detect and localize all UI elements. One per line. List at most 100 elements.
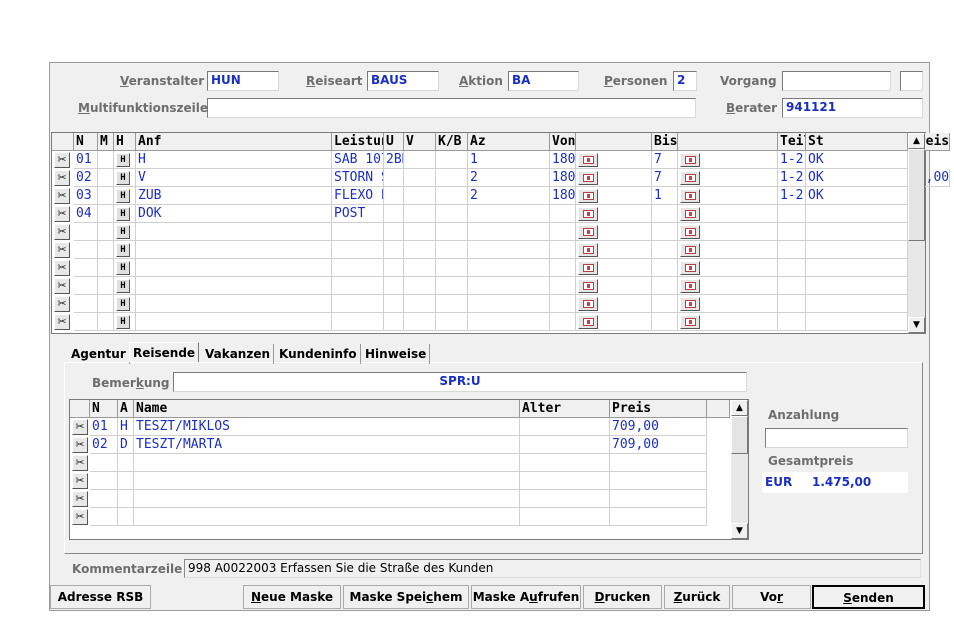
calendar-icon[interactable] <box>578 153 598 167</box>
services-cell-n <box>74 223 98 241</box>
scroll-up-icon[interactable]: ▲ <box>908 133 925 149</box>
scissors-icon[interactable]: ✂ <box>54 296 70 312</box>
services-cell-st <box>806 295 908 313</box>
maske-aufrufen-button[interactable]: Maske Aufrufen <box>471 585 581 609</box>
calendar-icon[interactable] <box>680 153 700 167</box>
adresse-rsb-button[interactable]: Adresse RSB <box>50 585 151 609</box>
calendar-icon[interactable] <box>578 225 598 239</box>
h-button[interactable]: H <box>116 279 130 293</box>
travellers-grid: N A Name Alter Preis ✂ 01 H TESZT/MIKLOS 709,00 ✂ 0… <box>69 399 749 540</box>
scroll-thumb[interactable] <box>908 149 925 241</box>
scroll-down-icon[interactable]: ▼ <box>908 317 925 333</box>
button-label-accel: u <box>529 590 538 604</box>
calendar-icon[interactable] <box>680 225 700 239</box>
services-cell-v <box>404 187 436 205</box>
h-button[interactable]: H <box>116 315 130 329</box>
services-cell-n: 01 <box>74 151 98 169</box>
reiseart-field[interactable]: BAUS <box>367 71 439 91</box>
h-button[interactable]: H <box>116 297 130 311</box>
tab-bar: Agentur Reisende Vakanzen Kundeninfo Hinweis… <box>64 342 464 364</box>
scissors-icon[interactable]: ✂ <box>54 206 70 222</box>
scroll-up-icon[interactable]: ▲ <box>731 400 748 416</box>
scissors-icon[interactable]: ✂ <box>54 278 70 294</box>
traveller-cell-alter <box>520 436 610 454</box>
h-button[interactable]: H <box>116 153 130 167</box>
berater-field[interactable]: 941121 <box>782 98 923 118</box>
calendar-icon[interactable] <box>680 189 700 203</box>
scissors-icon[interactable]: ✂ <box>54 260 70 276</box>
vor-button[interactable]: Vor <box>732 585 811 609</box>
tab-reisende[interactable]: Reisende <box>129 342 200 362</box>
calendar-icon[interactable] <box>578 261 598 275</box>
scissors-icon[interactable]: ✂ <box>54 152 70 168</box>
tab-agentur[interactable]: Agentur <box>68 344 130 364</box>
scissors-icon[interactable]: ✂ <box>54 170 70 186</box>
calendar-icon[interactable] <box>578 315 598 329</box>
calendar-icon[interactable] <box>578 279 598 293</box>
calendar-icon[interactable] <box>680 279 700 293</box>
vorgang-suffix-field[interactable] <box>900 71 923 91</box>
scissors-icon[interactable]: ✂ <box>72 509 88 525</box>
scroll-down-icon[interactable]: ▼ <box>731 523 748 539</box>
calendar-icon[interactable] <box>578 207 598 221</box>
maske-speichern-button[interactable]: Maske Speichem <box>343 585 469 609</box>
h-button[interactable]: H <box>116 225 130 239</box>
services-cell-von: 180217 <box>550 187 576 205</box>
vorgang-label: Vorgang <box>720 74 777 88</box>
button-label-accel: S <box>843 591 852 605</box>
header-col-von: Von <box>550 133 576 151</box>
calendar-icon[interactable] <box>680 261 700 275</box>
services-cell-bis-cal <box>678 241 778 259</box>
tab-vakanzen[interactable]: Vakanzen <box>202 344 275 364</box>
travellers-scrollbar[interactable]: ▲ ▼ <box>731 400 748 539</box>
services-cell-anf <box>136 241 332 259</box>
services-cell-h: H <box>114 259 136 277</box>
button-label-accel: D <box>594 590 605 604</box>
drucken-button[interactable]: Drucken <box>583 585 662 609</box>
scissors-icon[interactable]: ✂ <box>54 242 70 258</box>
personen-field[interactable]: 2 <box>673 71 697 91</box>
bemerkung-field[interactable]: SPR:U <box>173 372 747 392</box>
services-scrollbar[interactable]: ▲ ▼ <box>908 133 925 333</box>
calendar-icon[interactable] <box>680 243 700 257</box>
calendar-icon[interactable] <box>680 297 700 311</box>
scissors-icon[interactable]: ✂ <box>54 314 70 330</box>
calendar-icon[interactable] <box>578 297 598 311</box>
senden-button[interactable]: Senden <box>812 585 925 609</box>
h-button[interactable]: H <box>116 243 130 257</box>
tab-kundeninfo[interactable]: Kundeninfo <box>276 344 361 364</box>
services-cell-u <box>384 169 404 187</box>
services-cell-von-cal <box>576 241 652 259</box>
calendar-icon[interactable] <box>680 315 700 329</box>
services-cell-st <box>806 313 908 331</box>
calendar-icon[interactable] <box>680 207 700 221</box>
scissors-icon[interactable]: ✂ <box>72 437 88 453</box>
calendar-icon[interactable] <box>578 189 598 203</box>
services-cell-m <box>98 223 114 241</box>
anzahlung-field[interactable] <box>765 428 908 448</box>
scissors-icon[interactable]: ✂ <box>72 491 88 507</box>
scissors-icon[interactable]: ✂ <box>72 455 88 471</box>
services-cell-bis-cal <box>678 223 778 241</box>
scissors-icon[interactable]: ✂ <box>54 188 70 204</box>
scroll-thumb[interactable] <box>731 416 748 454</box>
vorgang-field[interactable] <box>782 71 891 91</box>
h-button[interactable]: H <box>116 171 130 185</box>
h-button[interactable]: H <box>116 207 130 221</box>
neue-maske-button[interactable]: Neue Maske <box>243 585 341 609</box>
kommentar-label: Kommentarzeile <box>72 562 183 576</box>
tab-hinweise[interactable]: Hinweise <box>362 344 431 364</box>
h-button[interactable]: H <box>116 261 130 275</box>
multifunktionszeile-field[interactable] <box>207 98 696 118</box>
aktion-field[interactable]: BA <box>508 71 579 91</box>
scissors-icon[interactable]: ✂ <box>72 473 88 489</box>
calendar-icon[interactable] <box>680 171 700 185</box>
calendar-icon[interactable] <box>578 243 598 257</box>
scissors-icon[interactable]: ✂ <box>54 224 70 240</box>
veranstalter-field[interactable]: HUN <box>207 71 279 91</box>
scissors-icon[interactable]: ✂ <box>72 419 88 435</box>
zurueck-button[interactable]: Zurück <box>664 585 730 609</box>
personen-label: Personen <box>604 74 668 88</box>
h-button[interactable]: H <box>116 189 130 203</box>
calendar-icon[interactable] <box>578 171 598 185</box>
